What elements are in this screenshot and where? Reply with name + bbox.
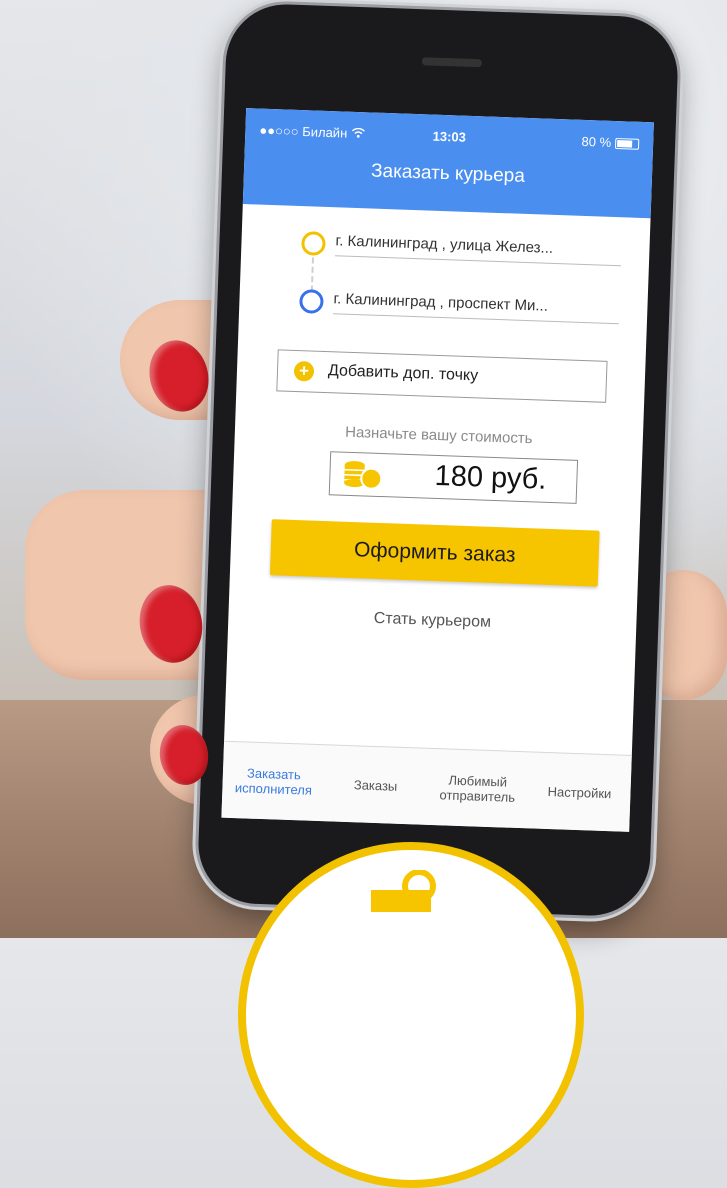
app-bar: ●●○○○ Билайн 13:03 80 % Заказать курьера bbox=[242, 108, 654, 219]
dropoff-pin-icon bbox=[299, 289, 324, 314]
battery-icon bbox=[614, 138, 640, 150]
tab-order-performer[interactable]: Заказать исполнителя bbox=[222, 765, 325, 799]
phone-earpiece bbox=[421, 57, 483, 68]
route-to-row[interactable]: г. Калининград , проспект Ми... bbox=[298, 283, 620, 352]
add-stop-button[interactable]: + Добавить доп. точку bbox=[276, 349, 608, 403]
tab-label: Настройки bbox=[547, 783, 612, 801]
price-caption: Назначьте вашу стоимость bbox=[344, 423, 533, 448]
app-screen: ●●○○○ Билайн 13:03 80 % Заказать курьера… bbox=[221, 108, 654, 832]
coins-icon bbox=[342, 459, 385, 490]
battery-text: 80 % bbox=[581, 133, 612, 150]
tab-favorite-sender[interactable]: Любимый отправитель bbox=[426, 772, 529, 806]
status-bar: ●●○○○ Билайн 13:03 80 % bbox=[245, 122, 653, 156]
tab-label: отправитель bbox=[439, 787, 516, 805]
add-stop-label: Добавить доп. точку bbox=[327, 362, 479, 385]
brand-badge bbox=[238, 842, 584, 1188]
gear-icon bbox=[371, 870, 436, 912]
page-title: Заказать курьера bbox=[370, 160, 526, 187]
phone-device: ●●○○○ Билайн 13:03 80 % Заказать курьера… bbox=[196, 2, 680, 918]
tab-orders[interactable]: Заказы bbox=[324, 776, 426, 795]
plus-icon: + bbox=[293, 360, 315, 382]
tab-label: Заказы bbox=[353, 776, 398, 794]
price-input[interactable]: 180 руб. bbox=[328, 451, 579, 504]
battery-indicator: 80 % bbox=[581, 133, 640, 151]
dropoff-address-field[interactable]: г. Калининград , проспект Ми... bbox=[333, 290, 620, 325]
tab-label: исполнителя bbox=[234, 780, 313, 798]
pickup-address-field[interactable]: г. Калининград , улица Желез... bbox=[335, 232, 622, 267]
pickup-pin-icon bbox=[301, 231, 326, 256]
route-block: г. Калининград , улица Желез... г. Калин… bbox=[298, 225, 622, 352]
price-value: 180 руб. bbox=[434, 459, 547, 496]
become-courier-link[interactable]: Стать курьером bbox=[228, 605, 636, 637]
tab-bar: Заказать исполнителя Заказы Любимый отпр… bbox=[221, 740, 632, 832]
tab-settings[interactable]: Настройки bbox=[528, 783, 630, 802]
place-order-button[interactable]: Оформить заказ bbox=[269, 519, 600, 587]
